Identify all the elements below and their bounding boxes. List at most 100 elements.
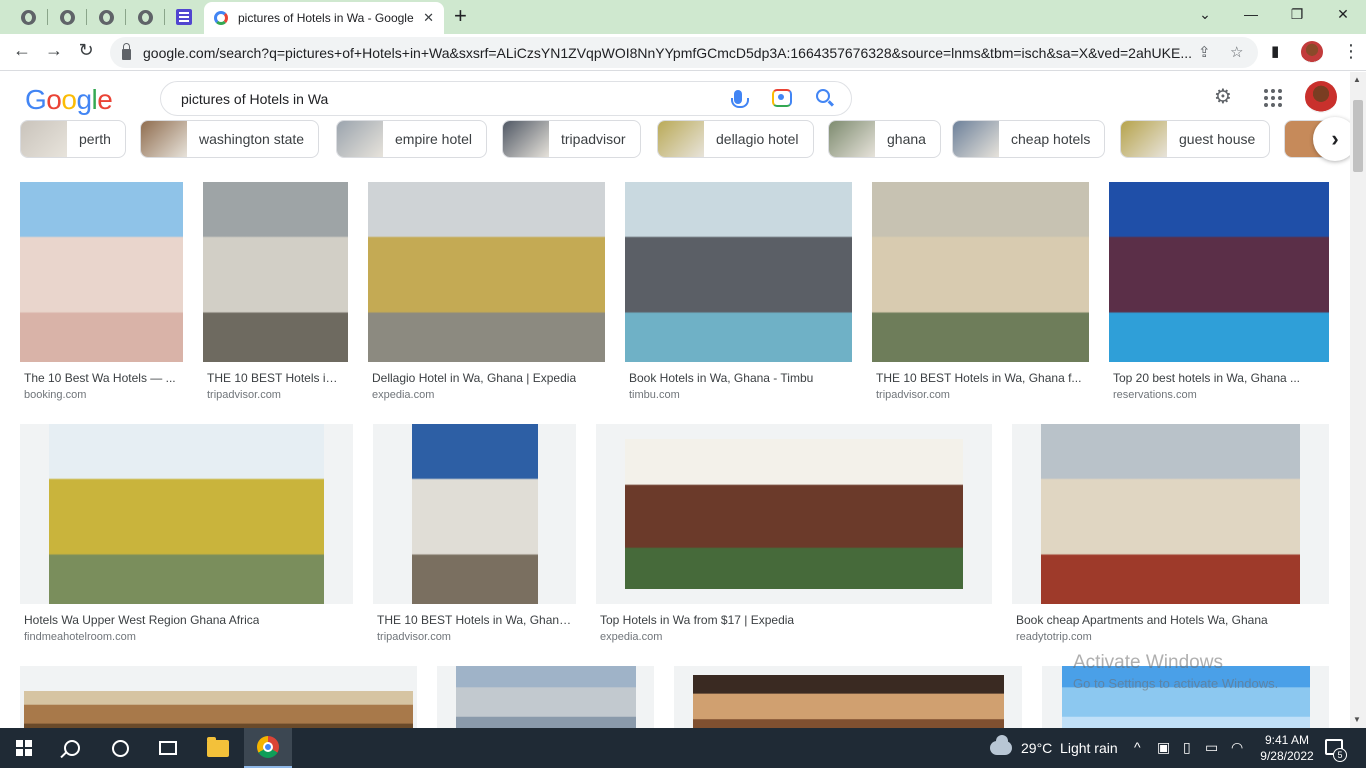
chip-thumbnail xyxy=(503,121,549,157)
chip-tripadvisor[interactable]: tripadvisor xyxy=(502,120,641,158)
result-source[interactable]: tripadvisor.com xyxy=(377,631,451,643)
chip-cheap-hotels[interactable]: cheap hotels xyxy=(952,120,1106,158)
hotel-image-thumbnail[interactable] xyxy=(625,439,963,589)
hotel-image-thumbnail[interactable] xyxy=(456,666,636,728)
result-caption[interactable]: Book Hotels in Wa, Ghana - Timbu xyxy=(629,371,813,385)
hotel-image-thumbnail[interactable] xyxy=(872,182,1089,362)
related-search-chips: perth washington state empire hotel tripadv… xyxy=(20,120,1350,160)
chip-empire-hotel[interactable]: empire hotel xyxy=(336,120,488,158)
cortana-button[interactable] xyxy=(96,728,144,768)
result-source[interactable]: reservations.com xyxy=(1113,389,1197,401)
pinned-tab-3[interactable] xyxy=(93,5,119,29)
hotel-image-thumbnail[interactable] xyxy=(20,182,183,362)
result-source[interactable]: findmeahotelroom.com xyxy=(24,631,136,643)
hotel-image-thumbnail[interactable] xyxy=(368,182,605,362)
pinned-tab-4[interactable] xyxy=(132,5,158,29)
url-text[interactable]: google.com/search?q=pictures+of+Hotels+i… xyxy=(143,45,1193,61)
hotel-image-thumbnail[interactable] xyxy=(1109,182,1329,362)
search-input[interactable]: pictures of Hotels in Wa xyxy=(181,91,328,107)
weather-widget[interactable]: 29°C Light rain xyxy=(990,728,1118,768)
task-view-button[interactable] xyxy=(144,728,192,768)
hotel-image-thumbnail[interactable] xyxy=(1041,424,1300,604)
minimize-button[interactable]: — xyxy=(1241,6,1261,22)
result-caption[interactable]: THE 10 BEST Hotels in Wa, Ghana f... xyxy=(876,371,1081,385)
result-source[interactable]: tripadvisor.com xyxy=(207,389,281,401)
list-app-icon xyxy=(176,9,192,25)
scroll-down-arrow-icon[interactable]: ▼ xyxy=(1353,715,1361,724)
tab-close-icon[interactable]: ✕ xyxy=(423,10,434,26)
result-source[interactable]: tripadvisor.com xyxy=(876,389,950,401)
result-source[interactable]: expedia.com xyxy=(372,389,434,401)
forward-button[interactable]: → xyxy=(42,40,66,61)
pinned-tab-5[interactable] xyxy=(171,5,197,29)
start-button[interactable] xyxy=(0,728,48,768)
hotel-image-thumbnail[interactable] xyxy=(412,424,538,604)
taskbar-search-button[interactable] xyxy=(48,728,96,768)
hotel-image-thumbnail[interactable] xyxy=(625,182,852,362)
result-source[interactable]: expedia.com xyxy=(600,631,662,643)
page-scrollbar[interactable]: ▲ ▼ xyxy=(1350,72,1366,728)
new-tab-button[interactable]: + xyxy=(454,5,467,27)
battery-icon[interactable]: ▭ xyxy=(1205,739,1218,756)
result-caption[interactable]: Book cheap Apartments and Hotels Wa, Gha… xyxy=(1016,613,1268,627)
activate-windows-watermark: Activate Windows Go to Settings to activ… xyxy=(1073,652,1278,691)
result-source[interactable]: timbu.com xyxy=(629,389,680,401)
close-window-button[interactable]: ✕ xyxy=(1333,6,1353,23)
hotel-image-thumbnail[interactable] xyxy=(693,675,1004,728)
search-icon[interactable] xyxy=(816,89,830,103)
pinned-tab-1[interactable] xyxy=(15,5,41,29)
back-button[interactable]: ← xyxy=(10,40,34,61)
chip-guest-house[interactable]: guest house xyxy=(1120,120,1271,158)
active-tab[interactable]: pictures of Hotels in Wa - Google Search… xyxy=(204,2,444,34)
result-source[interactable]: booking.com xyxy=(24,389,86,401)
result-caption[interactable]: THE 10 BEST Hotels in Wa, Ghana... xyxy=(377,613,572,627)
chip-thumbnail xyxy=(1121,121,1167,157)
profile-avatar[interactable] xyxy=(1301,41,1323,63)
chrome-taskbar-button[interactable] xyxy=(244,728,292,768)
hotel-image-thumbnail[interactable] xyxy=(203,182,348,362)
chip-perth[interactable]: perth xyxy=(20,120,126,158)
share-icon[interactable]: ⇪ xyxy=(1198,43,1211,61)
hotel-image-thumbnail[interactable] xyxy=(49,424,324,604)
device-icon[interactable]: ▯ xyxy=(1183,739,1191,756)
chevron-right-icon[interactable]: › xyxy=(1313,117,1350,161)
bookmark-star-icon[interactable]: ☆ xyxy=(1230,43,1243,61)
hotel-image-thumbnail[interactable] xyxy=(24,691,413,728)
show-hidden-icons-chevron-icon[interactable]: ^ xyxy=(1134,739,1141,755)
tab-search-chevron-icon[interactable]: ⌄ xyxy=(1195,6,1215,23)
chip-thumbnail xyxy=(953,121,999,157)
google-logo[interactable]: Google xyxy=(25,84,113,116)
result-caption[interactable]: Hotels Wa Upper West Region Ghana Africa xyxy=(24,613,259,627)
search-box[interactable]: pictures of Hotels in Wa xyxy=(160,81,852,116)
result-caption[interactable]: THE 10 BEST Hotels in ... xyxy=(207,371,344,385)
scrollbar-thumb[interactable] xyxy=(1353,100,1363,172)
file-explorer-button[interactable] xyxy=(194,728,242,768)
address-bar[interactable]: google.com/search?q=pictures+of+Hotels+i… xyxy=(110,37,1258,68)
browser-menu-icon[interactable]: ⋮ xyxy=(1342,41,1360,62)
result-caption[interactable]: Top 20 best hotels in Wa, Ghana ... xyxy=(1113,371,1300,385)
lock-icon[interactable] xyxy=(122,43,131,60)
chip-ghana[interactable]: ghana xyxy=(828,120,941,158)
pinned-tab-2[interactable] xyxy=(54,5,80,29)
result-caption[interactable]: The 10 Best Wa Hotels — ... xyxy=(24,371,176,385)
taskbar-clock[interactable]: 9:41 AM 9/28/2022 xyxy=(1257,732,1317,764)
google-lens-icon[interactable] xyxy=(772,89,792,107)
side-panel-icon[interactable]: ▮ xyxy=(1271,42,1279,60)
wifi-icon[interactable]: ◠ xyxy=(1231,739,1243,756)
defender-icon[interactable]: ▣ xyxy=(1157,739,1170,756)
chip-thumbnail xyxy=(21,121,67,157)
clock-date: 9/28/2022 xyxy=(1260,749,1314,763)
account-avatar[interactable] xyxy=(1305,81,1337,113)
microphone-icon[interactable] xyxy=(731,90,749,108)
google-apps-icon[interactable] xyxy=(1264,89,1282,107)
settings-gear-icon[interactable]: ⚙ xyxy=(1212,86,1234,108)
result-caption[interactable]: Dellagio Hotel in Wa, Ghana | Expedia xyxy=(372,371,576,385)
result-caption[interactable]: Top Hotels in Wa from $17 | Expedia xyxy=(600,613,794,627)
restore-button[interactable]: ❐ xyxy=(1287,6,1307,23)
result-source[interactable]: readytotrip.com xyxy=(1016,631,1092,643)
chip-label: perth xyxy=(79,131,111,147)
chip-dellagio-hotel[interactable]: dellagio hotel xyxy=(657,120,814,158)
reload-button[interactable]: ↻ xyxy=(74,40,98,61)
chip-washington-state[interactable]: washington state xyxy=(140,120,320,158)
scroll-up-arrow-icon[interactable]: ▲ xyxy=(1353,75,1361,84)
